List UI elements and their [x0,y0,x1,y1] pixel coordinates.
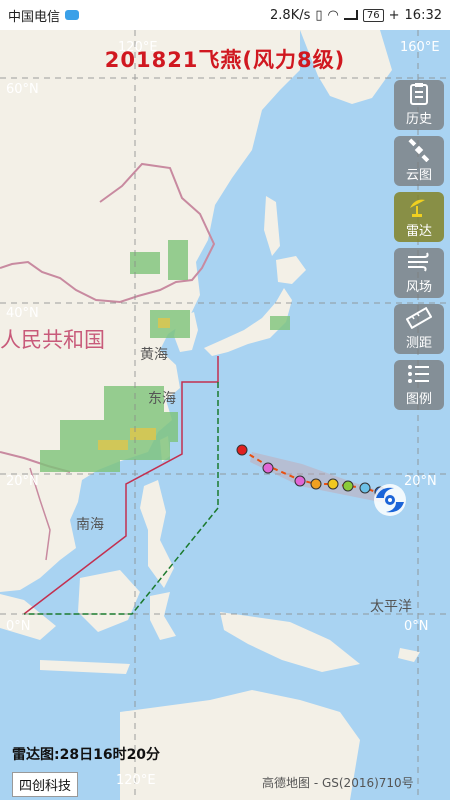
label-south-sea: 南海 [76,517,104,533]
status-left: 中国电信 [8,6,80,25]
legend-label: 图例 [405,392,432,407]
history-label: 历史 [405,112,432,127]
label-east-sea: 东海 [148,391,176,407]
network-speed: 2.8K/s [270,7,311,23]
cloud-image-button[interactable]: 云图 [394,136,444,186]
battery-level: 76 [366,9,380,21]
track-point-2 [262,462,274,474]
list-icon [406,362,432,386]
label-lat-0-right: 0°N [404,619,429,634]
radar-timestamp: 雷达图:28日16时20分 [12,747,161,763]
measure-label: 测距 [405,336,432,351]
wind-icon [406,250,432,274]
map-canvas [0,30,450,800]
label-lat-60: 60°N [6,82,39,97]
map-view[interactable]: 160°E 120°E 120°E 60°N 40°N 20°N 20°N 0°… [0,30,450,800]
typhoon-icon [374,484,406,516]
radar-dish-icon [406,194,432,218]
hainan [66,486,80,500]
radar-button[interactable]: 雷达 [394,192,444,242]
vibrate-icon: ▯ [315,7,323,23]
label-yellow-sea: 黄海 [140,347,168,363]
label-lat-40: 40°N [6,306,39,321]
track-point-5 [327,478,339,490]
status-right: 2.8K/s ▯ ◠ 76 + 16:32 [270,8,442,23]
wifi-icon: ◠ [327,7,339,23]
carrier-label: 中国电信 [8,9,61,25]
signal-icon [343,10,358,20]
charging-icon: + [388,7,400,23]
label-lat-0-left: 0°N [6,619,31,634]
label-country: 人民共和国 [0,328,105,352]
track-point-3 [294,475,306,487]
status-bar: 中国电信 2.8K/s ▯ ◠ 76 + 16:32 [0,0,450,30]
wind-field-button[interactable]: 风场 [394,248,444,298]
label-lon-120-bottom: 120°E [116,773,156,788]
cloud-label: 云图 [405,168,432,183]
clock: 16:32 [404,7,442,23]
cloud-notify-icon [65,10,80,20]
label-lat-20-right: 20°N [404,474,437,489]
label-lat-20-left: 20°N [6,474,39,489]
track-point-7 [359,482,371,494]
track-point-4 [310,478,322,490]
radar-label: 雷达 [405,224,432,239]
legend-button[interactable]: 图例 [394,360,444,410]
measure-button[interactable]: 测距 [394,304,444,354]
brand-button[interactable]: 四创科技 [12,772,79,797]
ruler-icon [406,306,432,330]
clipboard-icon [406,82,432,106]
track-point-6 [342,480,354,492]
map-credit: 高德地图 - GS(2016)710号 [262,776,414,790]
track-point-1 [236,444,248,456]
history-button[interactable]: 历史 [394,80,444,130]
satellite-icon [406,138,432,162]
label-pacific: 太平洋 [370,599,412,615]
typhoon-title: 201821飞燕(风力8级) [104,48,346,72]
battery-icon: 76 [362,8,384,22]
wind-label: 风场 [405,280,432,295]
